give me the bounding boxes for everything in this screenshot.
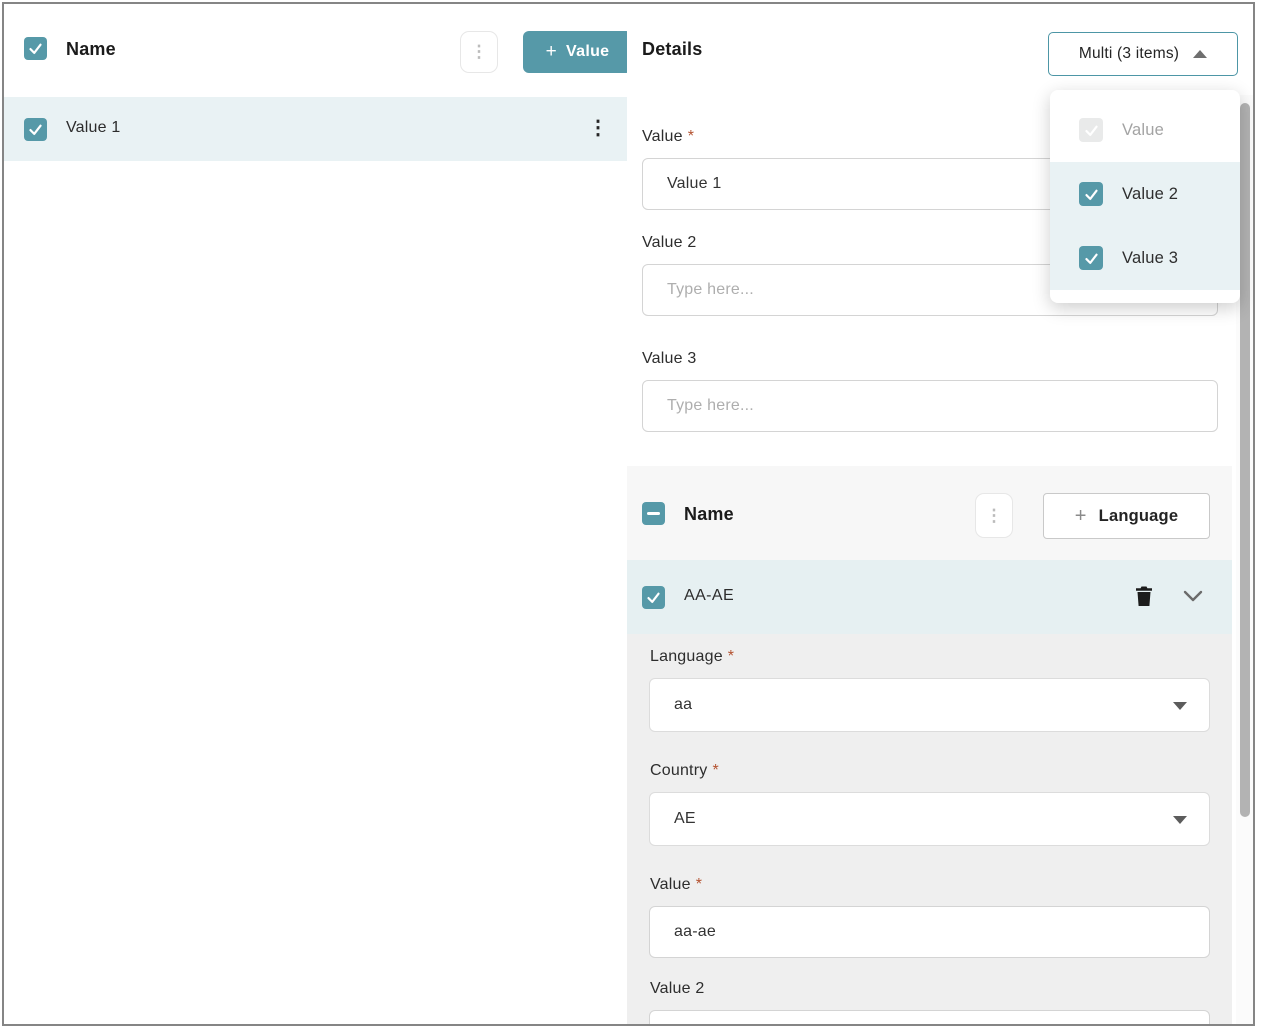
add-language-label: Language	[1099, 507, 1179, 526]
option-checkbox[interactable]	[1079, 182, 1103, 206]
value-3-input[interactable]	[642, 380, 1218, 432]
country-select[interactable]: AE	[649, 792, 1210, 846]
app-window: Name ⋮ + Value Value 1 ⋮ Details Multi (…	[2, 2, 1255, 1026]
multi-select-label: Multi (3 items)	[1079, 45, 1179, 63]
option-checkbox[interactable]	[1079, 246, 1103, 270]
language-value-input[interactable]	[649, 906, 1210, 958]
plus-icon: +	[1075, 505, 1087, 528]
required-marker: *	[712, 762, 718, 779]
check-icon	[1084, 251, 1099, 266]
add-language-button[interactable]: + Language	[1043, 493, 1210, 539]
required-marker: *	[688, 128, 694, 145]
trash-icon	[1132, 583, 1156, 609]
field-label: Value 2	[650, 980, 704, 998]
select-all-checkbox[interactable]	[24, 37, 47, 60]
delete-button[interactable]	[1129, 581, 1159, 613]
row-label: Value 1	[66, 119, 120, 137]
field-label: Value 3	[642, 350, 696, 368]
check-icon	[1084, 123, 1099, 138]
language-select[interactable]: aa	[649, 678, 1210, 732]
list-kebab-menu-button[interactable]: ⋮	[460, 31, 498, 73]
section-title: Name	[684, 504, 734, 525]
language-item-label: AA-AE	[684, 587, 734, 605]
collapse-button[interactable]	[1180, 585, 1206, 609]
language-item-checkbox[interactable]	[642, 586, 665, 609]
section-select-all-checkbox[interactable]	[642, 502, 665, 525]
language-section-header: Name ⋮ + Language	[627, 466, 1232, 560]
kebab-icon: ⋮	[471, 42, 488, 62]
check-icon	[1084, 187, 1099, 202]
dropdown-option-value-2[interactable]: Value 2	[1050, 162, 1240, 226]
check-icon	[28, 122, 43, 137]
kebab-icon: ⋮	[986, 506, 1003, 526]
details-title: Details	[642, 39, 702, 60]
chevron-down-icon	[1183, 590, 1203, 602]
values-list-panel: Name ⋮ + Value Value 1 ⋮	[4, 4, 627, 1024]
required-marker: *	[696, 876, 702, 893]
chevron-down-icon	[1173, 702, 1187, 710]
list-title: Name	[66, 39, 116, 60]
language-value-2-input[interactable]	[649, 1010, 1210, 1026]
row-checkbox[interactable]	[24, 118, 47, 141]
chevron-up-icon	[1193, 50, 1207, 58]
dropdown-option-value: Value	[1050, 98, 1240, 162]
check-icon	[646, 590, 661, 605]
field-label: Value 2	[642, 234, 696, 252]
multi-select-dropdown-panel: Value Value 2 Value 3	[1050, 90, 1240, 303]
language-form-section: Language* aa Country* AE Value* Value 2	[627, 634, 1232, 1024]
chevron-down-icon	[1173, 816, 1187, 824]
scrollbar-thumb[interactable]	[1240, 103, 1250, 817]
language-item-row[interactable]: AA-AE	[627, 560, 1232, 634]
multi-select-dropdown-button[interactable]: Multi (3 items)	[1048, 32, 1238, 76]
option-checkbox-disabled	[1079, 118, 1103, 142]
check-icon	[28, 41, 43, 56]
add-value-button[interactable]: + Value	[523, 31, 632, 73]
indeterminate-icon	[647, 512, 660, 516]
field-label: Value*	[650, 876, 702, 894]
section-kebab-menu-button[interactable]: ⋮	[975, 493, 1013, 538]
add-value-label: Value	[566, 43, 609, 61]
field-label: Country*	[650, 762, 719, 780]
field-label: Language*	[650, 648, 734, 666]
row-kebab-menu-button[interactable]: ⋮	[588, 115, 608, 141]
list-item-value-1[interactable]: Value 1 ⋮	[4, 97, 627, 161]
field-label: Value*	[642, 128, 694, 146]
required-marker: *	[728, 648, 734, 665]
dropdown-option-value-3[interactable]: Value 3	[1050, 226, 1240, 290]
plus-icon: +	[546, 41, 557, 63]
